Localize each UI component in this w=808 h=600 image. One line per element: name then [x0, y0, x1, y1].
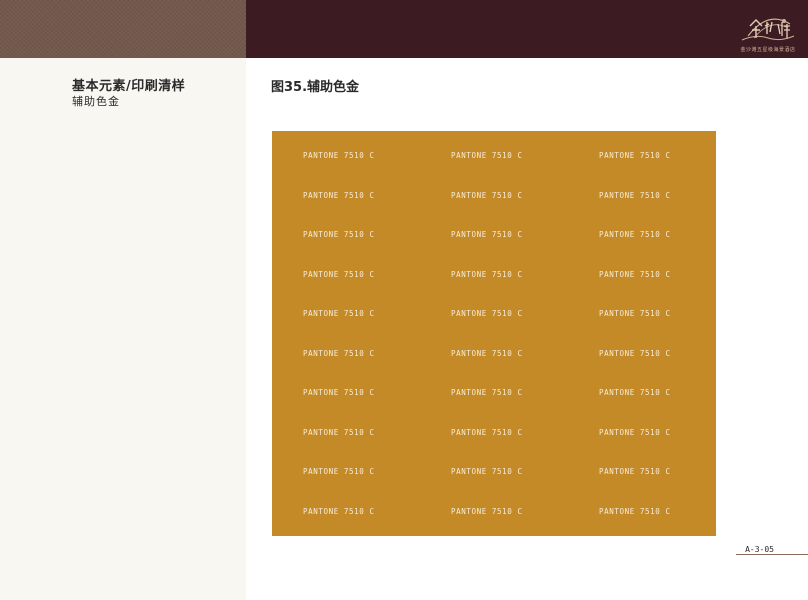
swatch-label: PANTONE 7510 C [599, 388, 671, 398]
swatch-label: PANTONE 7510 C [599, 467, 671, 477]
swatch-label: PANTONE 7510 C [451, 348, 523, 358]
swatch-label: PANTONE 7510 C [303, 151, 375, 161]
swatch-label: PANTONE 7510 C [303, 427, 375, 437]
swatch-label: PANTONE 7510 C [451, 427, 523, 437]
section-subtitle: 辅助色金 [72, 95, 120, 108]
swatch-label: PANTONE 7510 C [599, 427, 671, 437]
swatch-label: PANTONE 7510 C [599, 230, 671, 240]
swatch-label: PANTONE 7510 C [303, 506, 375, 516]
swatch-label: PANTONE 7510 C [303, 230, 375, 240]
swatch-label: PANTONE 7510 C [303, 388, 375, 398]
figure-title: 图35.辅助色金 [271, 80, 360, 95]
swatch-label: PANTONE 7510 C [303, 269, 375, 279]
swatch-label: PANTONE 7510 C [451, 309, 523, 319]
swatch-label: PANTONE 7510 C [303, 348, 375, 358]
swatch-label: PANTONE 7510 C [303, 190, 375, 200]
swatch-label: PANTONE 7510 C [451, 151, 523, 161]
swatch-label: PANTONE 7510 C [599, 348, 671, 358]
swatch-label: PANTONE 7510 C [303, 467, 375, 477]
section-title: 基本元素/印刷清样 [72, 79, 186, 94]
swatch-label: PANTONE 7510 C [451, 190, 523, 200]
swatch-label: PANTONE 7510 C [599, 190, 671, 200]
swatch-label: PANTONE 7510 C [599, 151, 671, 161]
swatch-label: PANTONE 7510 C [451, 506, 523, 516]
header-band-right: 金沙滩五星级海景酒店 [246, 0, 808, 58]
swatch-label: PANTONE 7510 C [599, 309, 671, 319]
page-number: A-3-05 [745, 545, 774, 554]
swatch-label: PANTONE 7510 C [451, 467, 523, 477]
swatch-label: PANTONE 7510 C [451, 388, 523, 398]
logo-tagline: 金沙滩五星级海景酒店 [740, 47, 796, 53]
swatch-label: PANTONE 7510 C [303, 309, 375, 319]
brand-logo: 金沙滩五星级海景酒店 [734, 12, 802, 56]
swatch-label: PANTONE 7510 C [451, 230, 523, 240]
swatch-label: PANTONE 7510 C [599, 506, 671, 516]
header-band-left [0, 0, 246, 58]
color-swatch-gold: PANTONE 7510 C PANTONE 7510 C PANTONE 7510… [272, 131, 716, 536]
page-number-rule [736, 554, 808, 555]
logo-seal-icon [741, 18, 795, 41]
swatch-label: PANTONE 7510 C [599, 269, 671, 279]
swatch-label: PANTONE 7510 C [451, 269, 523, 279]
